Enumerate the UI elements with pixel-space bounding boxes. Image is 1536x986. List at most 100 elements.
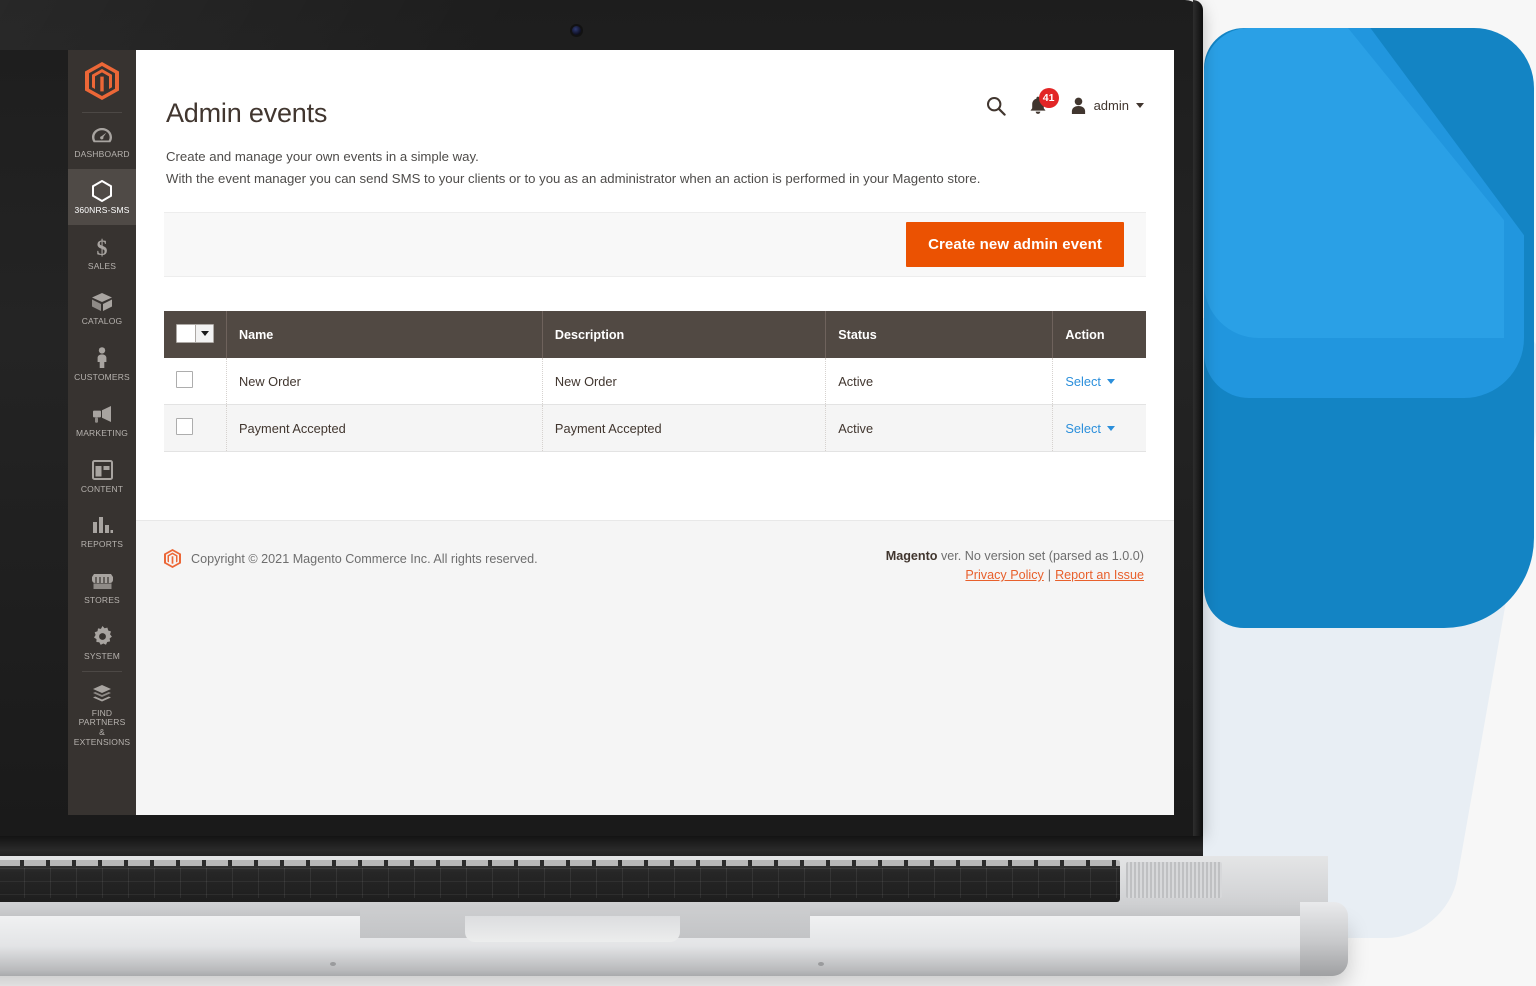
megaphone-icon (70, 403, 134, 425)
cell-description: New Order (542, 358, 827, 406)
layout-icon (70, 459, 134, 481)
laptop-foot-left (330, 962, 336, 966)
mass-select-control[interactable] (176, 324, 214, 344)
footer-links: Privacy Policy | Report an Issue (886, 568, 1144, 582)
row-action-select[interactable]: Select (1065, 421, 1115, 436)
row-select-cell[interactable] (164, 404, 227, 453)
sidebar-item-dashboard[interactable]: DASHBOARD (68, 113, 136, 169)
storefront-icon (70, 570, 134, 592)
sidebar-item-sales[interactable]: $ SALES (68, 225, 136, 281)
page-actions-toolbar: Create new admin event (164, 212, 1146, 278)
select-all-dropdown-icon[interactable] (196, 325, 213, 343)
notification-badge-count: 41 (1038, 88, 1059, 108)
row-select-cell[interactable] (164, 358, 227, 406)
sidebar-item-label: CONTENT (80, 483, 124, 494)
laptop-screen: DASHBOARD 360NRS-SMS $ SALES CATALOG CUS… (68, 50, 1174, 815)
person-icon (70, 347, 134, 369)
page-description-line-1: Create and manage your own events in a s… (166, 149, 479, 164)
report-an-issue-link[interactable]: Report an Issue (1055, 568, 1144, 582)
header-tools: 41 admin (986, 88, 1144, 116)
footer-version-brand: Magento (885, 549, 938, 563)
sidebar-item-catalog[interactable]: CATALOG (68, 280, 136, 336)
sidebar-logo[interactable] (68, 50, 136, 112)
page-description: Create and manage your own events in a s… (166, 146, 1144, 190)
footer-copyright: Copyright © 2021 Magento Commerce Inc. A… (164, 549, 538, 568)
sidebar-item-marketing[interactable]: MARKETING (68, 392, 136, 448)
create-new-admin-event-button[interactable]: Create new admin event (906, 222, 1124, 268)
gear-icon (70, 626, 134, 648)
cell-status: Active (825, 358, 1054, 406)
sidebar-item-label: CUSTOMERS (74, 372, 130, 383)
table-body: New Order New Order Active Select Paymen… (164, 358, 1146, 453)
dashboard-icon (70, 124, 134, 146)
cell-action[interactable]: Select (1052, 404, 1146, 453)
footer-links-separator: | (1047, 568, 1052, 582)
sidebar-item-label: MARKETING (75, 427, 129, 438)
privacy-policy-link[interactable]: Privacy Policy (965, 568, 1043, 582)
sidebar-item-label: 360NRS-SMS (74, 204, 130, 215)
cell-action[interactable]: Select (1052, 358, 1146, 406)
extensions-icon (70, 683, 134, 705)
user-menu-label: admin (1093, 98, 1129, 113)
sidebar-item-reports[interactable]: REPORTS (68, 503, 136, 559)
cell-description: Payment Accepted (542, 404, 827, 453)
svg-text:$: $ (97, 236, 108, 258)
search-icon[interactable] (986, 96, 1006, 116)
column-header-action: Action (1052, 311, 1146, 359)
lid-edge (1193, 0, 1203, 836)
sidebar-item-customers[interactable]: CUSTOMERS (68, 336, 136, 392)
chevron-down-icon (1106, 378, 1115, 384)
footer-inner: Copyright © 2021 Magento Commerce Inc. A… (136, 521, 1174, 582)
laptop-base-right-edge (1300, 902, 1348, 976)
sidebar-item-label: REPORTS (80, 539, 124, 550)
screenshot-stage: DASHBOARD 360NRS-SMS $ SALES CATALOG CUS… (0, 0, 1536, 986)
table-row[interactable]: Payment Accepted Payment Accepted Active… (164, 404, 1146, 453)
admin-footer: Copyright © 2021 Magento Commerce Inc. A… (136, 520, 1174, 815)
user-menu[interactable]: admin (1070, 97, 1144, 115)
row-checkbox[interactable] (176, 418, 193, 436)
sidebar-item-stores[interactable]: STORES (68, 559, 136, 615)
table-row[interactable]: New Order New Order Active Select (164, 358, 1146, 406)
footer-version: Magento ver. No version set (parsed as 1… (886, 549, 1144, 563)
bar-chart-icon (70, 514, 134, 536)
laptop-base-notch (465, 916, 680, 942)
column-header-description[interactable]: Description (542, 311, 827, 359)
sidebar-item-label: FIND PARTNERS & EXTENSIONS (73, 707, 131, 747)
notifications-button[interactable]: 41 (1028, 88, 1059, 116)
table-head: Name Description Status Action (164, 311, 1146, 359)
footer-version-text: ver. No version set (parsed as 1.0.0) (937, 549, 1144, 563)
chevron-down-icon (1136, 103, 1144, 108)
page-header: Admin events Create and manage your own … (136, 50, 1174, 190)
laptop-foot-right (818, 962, 824, 966)
dollar-icon: $ (70, 236, 134, 258)
column-header-status[interactable]: Status (825, 311, 1054, 359)
webcam-icon (572, 26, 581, 35)
lid-sheen (0, 0, 500, 50)
column-header-select-all[interactable] (164, 311, 227, 359)
row-action-select[interactable]: Select (1065, 374, 1115, 389)
row-checkbox[interactable] (176, 371, 193, 389)
select-all-checkbox[interactable] (177, 325, 196, 343)
magento-logo-icon (85, 62, 119, 100)
sidebar-item-system[interactable]: SYSTEM (68, 615, 136, 671)
cell-name: New Order (226, 358, 543, 406)
magento-logo-icon (164, 549, 181, 568)
sidebar-item-content[interactable]: CONTENT (68, 448, 136, 504)
events-grid: Name Description Status Action New Order (164, 311, 1146, 453)
laptop-keyboard (0, 860, 1120, 902)
sidebar-item-find-partners-extensions[interactable]: FIND PARTNERS & EXTENSIONS (68, 672, 136, 757)
cell-name: Payment Accepted (226, 404, 543, 453)
hexagon-icon (70, 179, 134, 202)
sidebar-item-label: CATALOG (81, 316, 123, 327)
row-action-label: Select (1065, 420, 1101, 436)
footer-version-block: Magento ver. No version set (parsed as 1… (886, 549, 1144, 582)
user-avatar-icon (1071, 97, 1085, 114)
sidebar-item-360nrs-sms[interactable]: 360NRS-SMS (68, 168, 136, 225)
page-description-line-2: With the event manager you can send SMS … (166, 171, 981, 187)
row-action-label: Select (1065, 373, 1101, 389)
sidebar-item-label: SALES (87, 260, 117, 271)
column-header-name[interactable]: Name (226, 311, 543, 359)
sidebar-item-label: STORES (84, 595, 120, 606)
cell-status: Active (825, 404, 1054, 453)
sidebar-item-label: DASHBOARD (74, 149, 130, 159)
